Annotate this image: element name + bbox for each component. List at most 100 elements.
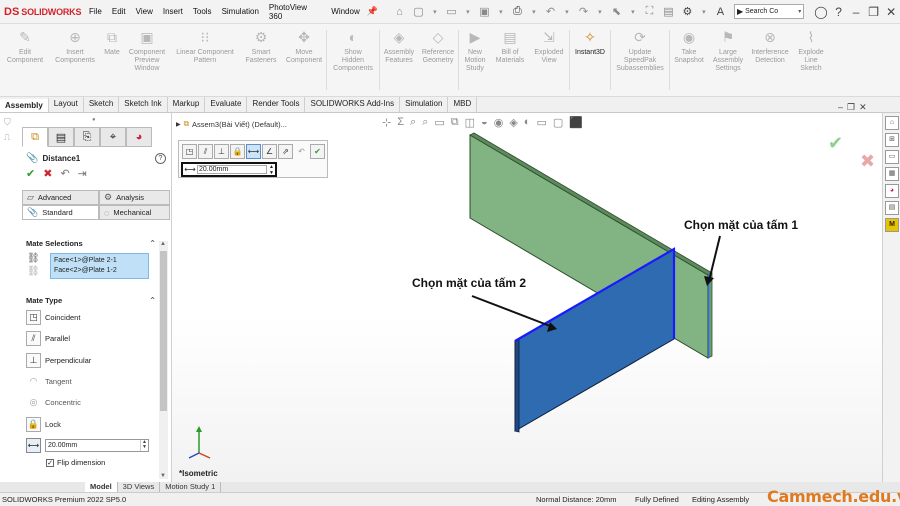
restore-icon[interactable]: ❐	[865, 5, 883, 19]
scroll-thumb[interactable]	[160, 251, 167, 411]
feature-manager-tab-icon[interactable]: ⧉	[22, 127, 48, 147]
menu-tools[interactable]: Tools	[188, 7, 217, 16]
distance-mate-icon[interactable]: ⟷	[26, 438, 41, 453]
tab-model[interactable]: Model	[85, 482, 118, 492]
rebuild-icon[interactable]: ⛶	[642, 4, 657, 19]
mate-perpendicular[interactable]: ⊥ Perpendicular	[26, 353, 91, 368]
mate-tangent[interactable]: ◠ Tangent	[26, 374, 72, 389]
search-box[interactable]: ▶ Search Co ▾	[733, 4, 805, 19]
tab-mechanical[interactable]: ◌ Mechanical	[99, 205, 170, 220]
move-component-button[interactable]: ✥ Move Component	[282, 24, 326, 96]
tab-sketch[interactable]: Sketch	[84, 97, 120, 112]
tab-advanced[interactable]: ▱ Advanced	[22, 190, 99, 205]
customize-icon[interactable]: A	[713, 4, 728, 19]
exploded-view-button[interactable]: ⇲ Exploded View	[529, 24, 569, 96]
save-dropdown-icon[interactable]: ▾	[496, 4, 506, 19]
undo-dropdown-icon[interactable]: ▾	[562, 4, 572, 19]
new-dropdown-icon[interactable]: ▾	[430, 4, 440, 19]
configuration-manager-tab-icon[interactable]: ⎘	[74, 127, 100, 147]
tab-standard[interactable]: 📎 Standard	[22, 205, 99, 220]
filter-icon[interactable]: ⛉	[4, 117, 18, 128]
instant3d-button[interactable]: ✧ Instant3D	[570, 24, 610, 96]
tab-3d-views[interactable]: 3D Views	[118, 482, 161, 492]
cancel-button[interactable]: ✖	[43, 167, 52, 180]
menu-file[interactable]: File	[84, 7, 107, 16]
solidworks-resources-icon[interactable]: ⌂	[885, 116, 899, 130]
select-dropdown-icon[interactable]: ▾	[628, 4, 638, 19]
solidworks-logo[interactable]: DS SOLIDWORKS	[4, 6, 84, 18]
preview-window-button[interactable]: ▣ Component Preview Window	[124, 24, 170, 96]
list-item[interactable]: Face<2>@Plate 1-2	[54, 266, 145, 276]
interference-detection-button[interactable]: ⊗ Interference Detection	[748, 24, 792, 96]
update-speedpak-button[interactable]: ⟳ Update SpeedPak Subassemblies	[611, 24, 669, 96]
scroll-down-icon[interactable]: ▼	[160, 473, 166, 479]
select-icon[interactable]: ⬉	[609, 4, 624, 19]
redo-dropdown-icon[interactable]: ▾	[595, 4, 605, 19]
assembly-model[interactable]	[172, 113, 882, 482]
chevron-up-icon[interactable]: ⌃	[149, 296, 156, 305]
menu-window[interactable]: Window	[326, 7, 364, 16]
tab-render-tools[interactable]: Render Tools	[247, 97, 306, 112]
custom-properties-icon[interactable]: ▤	[885, 201, 899, 215]
tab-evaluate[interactable]: Evaluate	[205, 97, 248, 112]
dimxpert-tab-icon[interactable]: ⌖	[100, 127, 126, 147]
search-input[interactable]: Search Co	[745, 8, 796, 15]
doc-restore-icon[interactable]: ❐	[847, 102, 855, 113]
doc-minimize-icon[interactable]: –	[838, 102, 843, 113]
save-icon[interactable]: ▣	[477, 4, 492, 19]
panel-drag-handle[interactable]: ●	[92, 117, 96, 123]
file-explorer-icon[interactable]: ▭	[885, 150, 899, 164]
flip-dimension-checkbox[interactable]: ✓ Flip dimension	[46, 458, 105, 467]
distance-stepper[interactable]: ▲ ▼	[140, 440, 148, 451]
mate-parallel[interactable]: ⫽ Parallel	[26, 331, 70, 346]
file-properties-icon[interactable]: ▤	[661, 4, 676, 19]
menu-photoview[interactable]: PhotoView 360	[264, 3, 326, 21]
pin-menu-icon[interactable]: 📌	[367, 6, 378, 17]
take-snapshot-button[interactable]: ◉ Take Snapshot	[670, 24, 708, 96]
checkbox-checked-icon[interactable]: ✓	[46, 458, 54, 467]
search-dropdown-icon[interactable]: ▾	[796, 8, 803, 15]
ok-button[interactable]: ✔	[26, 167, 35, 180]
options-gear-icon[interactable]: ⚙	[680, 4, 695, 19]
show-hidden-button[interactable]: ◐ Show Hidden Components	[327, 24, 379, 96]
chevron-up-icon[interactable]: ⌃	[149, 239, 156, 248]
mate-selections-header[interactable]: Mate Selections ⌃	[26, 239, 156, 248]
undo-button[interactable]: ↶	[60, 167, 69, 180]
print-icon[interactable]: ⎙	[510, 4, 525, 19]
tab-motion-study[interactable]: Motion Study 1	[160, 482, 222, 492]
help-icon[interactable]: ?	[830, 5, 848, 19]
graphics-area[interactable]: ▶ ⧉ Assem3(Bài Viết) (Default)... ⊹ Σ ⌕ …	[172, 113, 882, 482]
menu-edit[interactable]: Edit	[107, 7, 131, 16]
mate-selection-list[interactable]: Face<1>@Plate 2-1 Face<2>@Plate 1-2	[50, 253, 149, 279]
reference-geometry-button[interactable]: ◇ Reference Geometry	[418, 24, 458, 96]
redo-icon[interactable]: ↷	[576, 4, 591, 19]
new-motion-study-button[interactable]: ▶ New Motion Study	[459, 24, 491, 96]
large-assembly-button[interactable]: ⚑ Large Assembly Settings	[708, 24, 748, 96]
close-icon[interactable]: ✕	[882, 5, 900, 19]
tab-layout[interactable]: Layout	[49, 97, 84, 112]
tab-markup[interactable]: Markup	[168, 97, 206, 112]
doc-close-icon[interactable]: ✕	[859, 102, 867, 113]
tab-sketch-ink[interactable]: Sketch Ink	[119, 97, 168, 112]
mbd-icon[interactable]: M	[885, 218, 899, 232]
smart-fasteners-button[interactable]: ⚙ Smart Fasteners	[240, 24, 282, 96]
explode-line-sketch-button[interactable]: ⌇ Explode Line Sketch	[792, 24, 830, 96]
mate-concentric[interactable]: ◎ Concentric	[26, 395, 81, 410]
minimize-icon[interactable]: –	[847, 5, 865, 19]
edit-component-button[interactable]: ✎ Edit Component	[0, 24, 50, 96]
bill-of-materials-button[interactable]: ▤ Bill of Materials	[491, 24, 529, 96]
mate-type-header[interactable]: Mate Type ⌃	[26, 296, 156, 305]
panel-scrollbar[interactable]: ▲ ▼	[159, 241, 168, 479]
menu-view[interactable]: View	[131, 7, 158, 16]
insert-components-button[interactable]: ⊕ Insert Components	[50, 24, 100, 96]
distance-input[interactable]: 20.00mm ▲ ▼	[45, 439, 149, 452]
home-icon[interactable]: ⌂	[392, 4, 407, 19]
pin-button[interactable]: ⇥	[78, 167, 87, 180]
assembly-features-button[interactable]: ◈ Assembly Features	[380, 24, 418, 96]
menu-simulation[interactable]: Simulation	[217, 7, 264, 16]
list-item[interactable]: Face<1>@Plate 2-1	[54, 256, 145, 266]
menu-insert[interactable]: Insert	[158, 7, 188, 16]
user-account-icon[interactable]: ◯	[812, 5, 830, 19]
scroll-up-icon[interactable]: ▲	[160, 241, 166, 247]
property-manager-tab-icon[interactable]: ▤	[48, 127, 74, 147]
